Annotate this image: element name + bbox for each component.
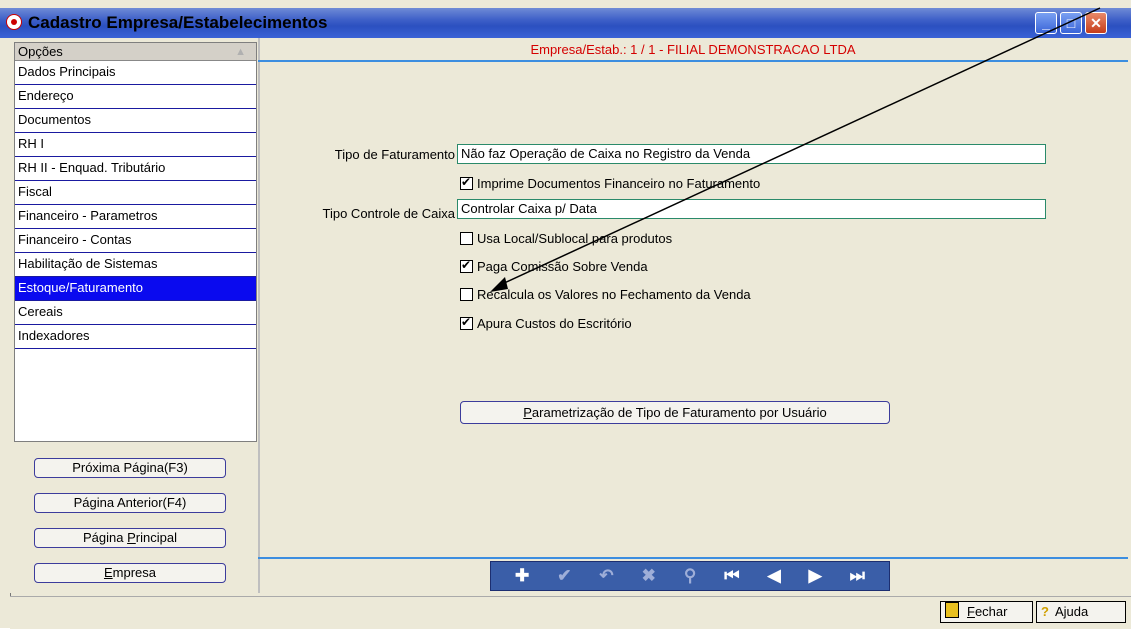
annotation-arrow (490, 7, 1101, 292)
